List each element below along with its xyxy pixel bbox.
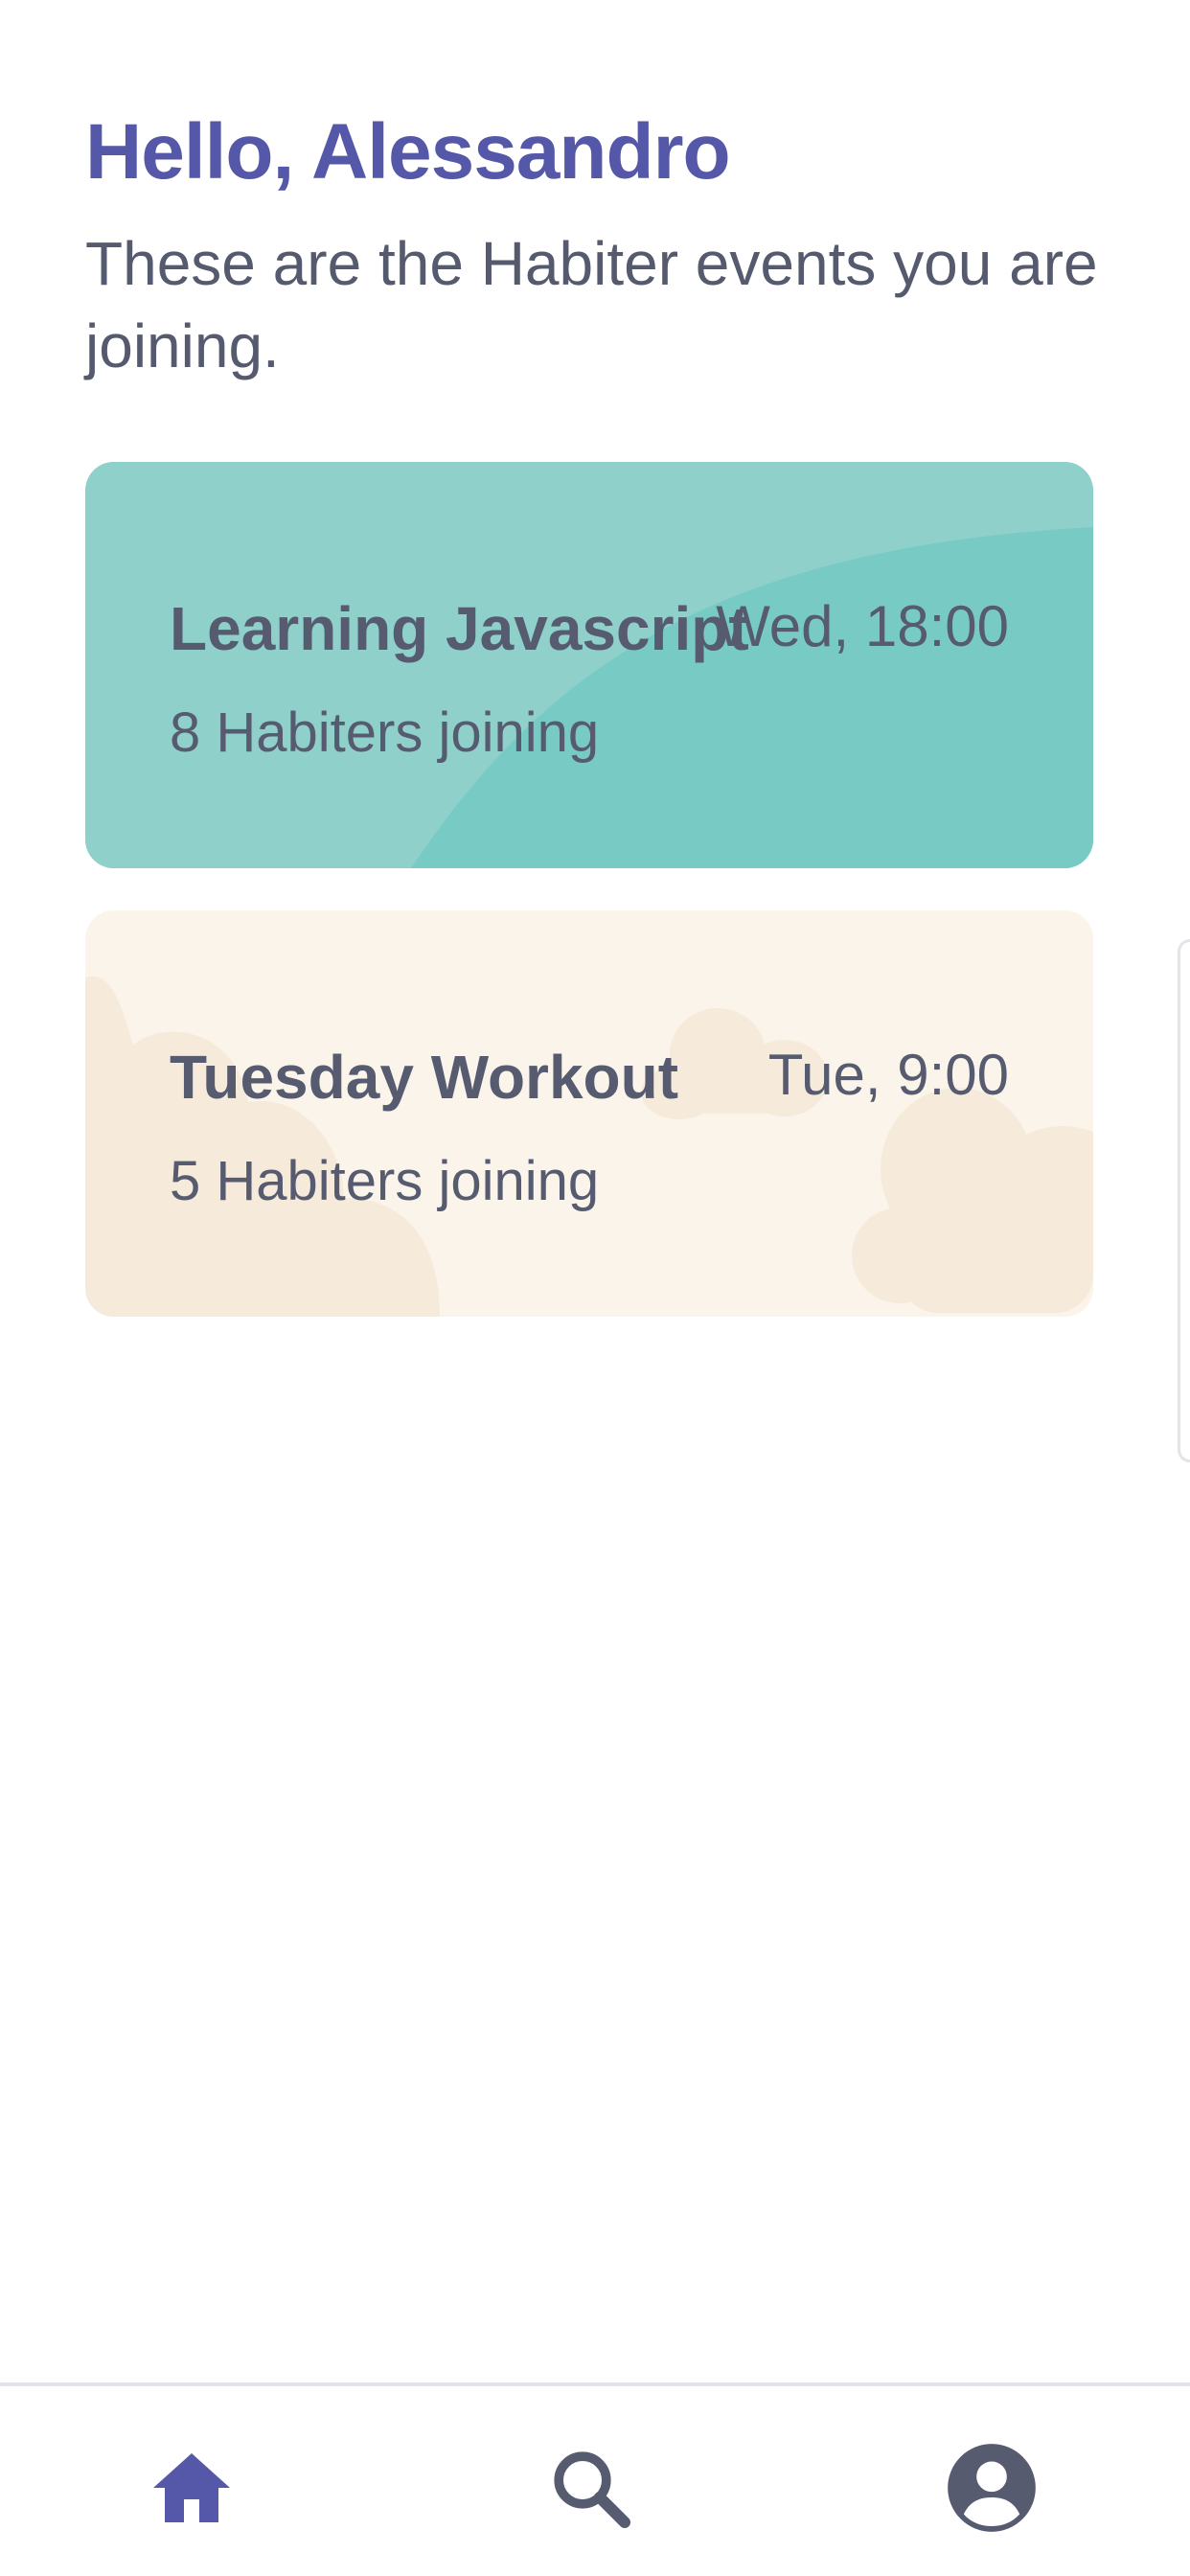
card-wave-decoration (85, 462, 1093, 868)
search-icon (554, 2451, 630, 2528)
event-time: Tue, 9:00 (767, 1043, 1009, 1107)
event-joining-count: 5 Habiters joining (170, 1150, 600, 1212)
edge-panel-handle[interactable] (1178, 939, 1190, 1462)
home-icon (153, 2453, 230, 2522)
tab-profile[interactable] (934, 2430, 1049, 2545)
card-cloud-decoration (85, 910, 1093, 1317)
event-title: Tuesday Workout (170, 1043, 679, 1112)
account-icon (948, 2444, 1036, 2532)
greeting-title: Hello, Alessandro (85, 108, 731, 196)
event-card-tuesday-workout[interactable]: Tuesday Workout Tue, 9:00 5 Habiters joi… (85, 910, 1093, 1317)
event-time: Wed, 18:00 (716, 594, 1009, 658)
event-card-learning-javascript[interactable]: Learning Javascript Wed, 18:00 8 Habiter… (85, 462, 1093, 868)
home-screen: Hello, Alessandro These are the Habiter … (0, 0, 1190, 2576)
event-joining-count: 8 Habiters joining (170, 702, 600, 764)
bottom-tab-bar (0, 2382, 1190, 2576)
tab-home[interactable] (134, 2430, 249, 2545)
tab-search[interactable] (533, 2430, 648, 2545)
greeting-subtitle: These are the Habiter events you are joi… (85, 229, 1098, 380)
event-title: Learning Javascript (170, 594, 749, 663)
